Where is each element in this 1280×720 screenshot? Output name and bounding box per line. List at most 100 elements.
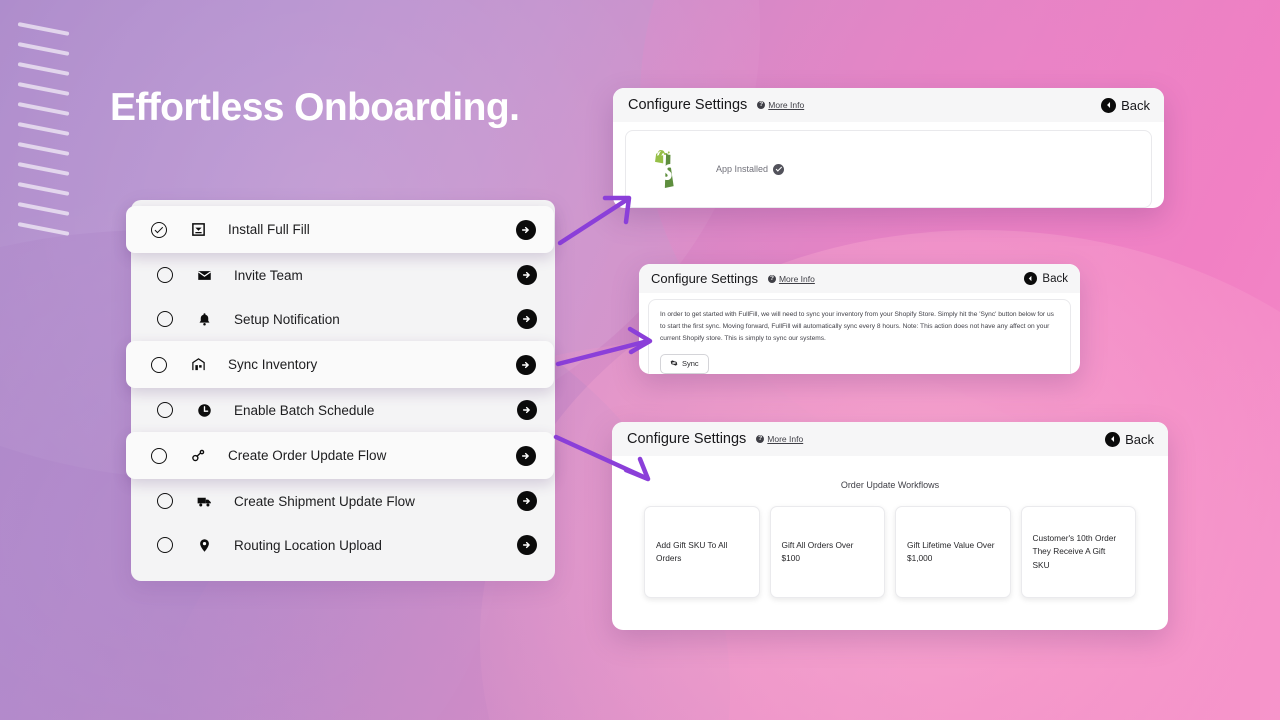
panel-header: Configure Settings ? More Info Back	[639, 264, 1080, 293]
clock-icon	[194, 403, 214, 418]
empty-circle-icon[interactable]	[151, 356, 167, 373]
stripe-line	[17, 222, 70, 236]
arrow-right-icon[interactable]	[517, 491, 537, 511]
arrow-right-icon[interactable]	[517, 400, 537, 420]
back-label: Back	[1042, 272, 1068, 285]
stripe-line	[17, 22, 70, 36]
checklist-item-label: Create Order Update Flow	[228, 448, 387, 463]
page-title: Effortless Onboarding.	[110, 86, 520, 129]
sync-card: In order to get started with FullFill, w…	[648, 299, 1071, 374]
back-label: Back	[1121, 97, 1150, 113]
panel-header: Configure Settings ? More Info Back	[613, 88, 1164, 122]
configure-settings-sync-panel: Configure Settings ? More Info Back In o…	[639, 264, 1080, 374]
panel-body: App Installed	[613, 122, 1164, 208]
stripe-line	[17, 162, 70, 176]
arrow-to-sync-panel	[555, 326, 653, 367]
panel-body: Order Update Workflows Add Gift SKU To A…	[612, 456, 1168, 628]
stripe-line	[17, 182, 70, 196]
inbox-tray-icon	[188, 222, 208, 237]
checklist-item-invite-team[interactable]: Invite Team	[131, 253, 555, 297]
map-pin-icon	[194, 538, 214, 553]
checklist-item-label: Enable Batch Schedule	[234, 402, 375, 418]
workflows-section-title: Order Update Workflows	[840, 480, 940, 490]
arrow-left-icon	[1105, 431, 1121, 447]
empty-circle-icon[interactable]	[157, 311, 173, 327]
checklist-item-setup-notification[interactable]: Setup Notification	[131, 297, 555, 341]
back-button[interactable]: Back	[1024, 272, 1068, 285]
checklist-item-create-shipment-update-flow[interactable]: Create Shipment Update Flow	[131, 479, 555, 523]
decorative-stripes	[17, 22, 80, 240]
check-badge-icon	[773, 163, 785, 175]
promo-graphic: Effortless Onboarding. Install Full Fill…	[0, 0, 1280, 720]
arrow-left-icon	[1024, 272, 1038, 285]
app-installed-label: App Installed	[716, 164, 769, 174]
stripe-line	[17, 82, 70, 96]
app-installed-status: App Installed	[716, 163, 785, 175]
checklist-item-routing-location-upload[interactable]: Routing Location Upload	[131, 523, 555, 567]
panel-header: Configure Settings ? More Info Back	[612, 422, 1168, 456]
checklist-item-install-full-fill[interactable]: Install Full Fill	[126, 206, 554, 253]
link-node-icon	[188, 448, 208, 463]
arrow-right-icon[interactable]	[516, 445, 536, 466]
more-info-label: More Info	[767, 434, 804, 444]
arrow-right-icon[interactable]	[516, 219, 536, 240]
arrow-left-icon	[1101, 97, 1117, 113]
workflow-card[interactable]: Gift All Orders Over $100	[769, 506, 885, 598]
envelope-icon	[194, 268, 214, 283]
checklist-item-label: Routing Location Upload	[234, 537, 382, 553]
onboarding-checklist: Install Full Fill Invite Team Setup Notifi…	[126, 200, 555, 581]
help-icon: ?	[757, 101, 766, 109]
more-info-link[interactable]: ? More Info	[767, 273, 815, 284]
truck-icon	[194, 494, 214, 509]
arrow-right-icon[interactable]	[517, 265, 537, 285]
workflow-card-list: Add Gift SKU To All Orders Gift All Order…	[634, 506, 1146, 598]
empty-circle-icon[interactable]	[151, 447, 167, 464]
refresh-icon	[670, 359, 678, 369]
warehouse-icon	[188, 357, 208, 372]
stripe-line	[17, 62, 70, 76]
workflow-card[interactable]: Gift Lifetime Value Over $1,000	[895, 506, 1011, 598]
panel-title: Configure Settings	[651, 271, 758, 286]
checklist-item-label: Sync Inventory	[228, 357, 318, 372]
more-info-label: More Info	[768, 100, 805, 110]
arrow-right-icon[interactable]	[517, 535, 537, 555]
help-icon: ?	[756, 435, 765, 443]
empty-circle-icon[interactable]	[157, 537, 173, 553]
install-status-card: App Installed	[625, 130, 1152, 208]
arrow-right-icon[interactable]	[517, 309, 537, 329]
stripe-line	[17, 142, 70, 156]
back-label: Back	[1125, 431, 1154, 447]
empty-circle-icon[interactable]	[157, 267, 173, 283]
more-info-link[interactable]: ? More Info	[756, 434, 803, 444]
sync-button-label: Sync	[682, 359, 699, 369]
empty-circle-icon[interactable]	[157, 402, 173, 418]
more-info-label: More Info	[778, 273, 815, 284]
panel-title: Configure Settings	[628, 97, 748, 113]
empty-circle-icon[interactable]	[157, 493, 173, 509]
stripe-line	[17, 102, 70, 116]
workflow-card[interactable]: Add Gift SKU To All Orders	[644, 506, 760, 598]
more-info-link[interactable]: ? More Info	[757, 100, 804, 110]
checklist-item-label: Invite Team	[234, 267, 303, 283]
back-button[interactable]: Back	[1105, 431, 1154, 447]
checklist-item-label: Create Shipment Update Flow	[234, 493, 415, 509]
configure-settings-flows-panel: Configure Settings ? More Info Back Orde…	[612, 422, 1168, 630]
stripe-line	[17, 202, 70, 216]
check-circle-icon[interactable]	[151, 221, 167, 238]
arrow-right-icon[interactable]	[516, 354, 536, 375]
panel-title: Configure Settings	[627, 431, 747, 447]
workflows-container: Order Update Workflows Add Gift SKU To A…	[624, 466, 1156, 614]
configure-settings-install-panel: Configure Settings ? More Info Back App …	[613, 88, 1164, 208]
sync-button[interactable]: Sync	[660, 353, 709, 374]
checklist-item-sync-inventory[interactable]: Sync Inventory	[126, 341, 554, 388]
checklist-item-label: Install Full Fill	[228, 222, 310, 237]
back-button[interactable]: Back	[1101, 97, 1150, 113]
sync-description: In order to get started with FullFill, w…	[660, 311, 1054, 343]
help-icon: ?	[767, 274, 776, 283]
workflow-card[interactable]: Customer's 10th Order They Receive A Gif…	[1020, 506, 1136, 598]
checklist-item-create-order-update-flow[interactable]: Create Order Update Flow	[126, 432, 554, 479]
panel-body: In order to get started with FullFill, w…	[639, 293, 1080, 374]
stripe-line	[17, 42, 70, 56]
checklist-item-label: Setup Notification	[234, 311, 340, 327]
checklist-item-enable-batch-schedule[interactable]: Enable Batch Schedule	[131, 388, 555, 432]
